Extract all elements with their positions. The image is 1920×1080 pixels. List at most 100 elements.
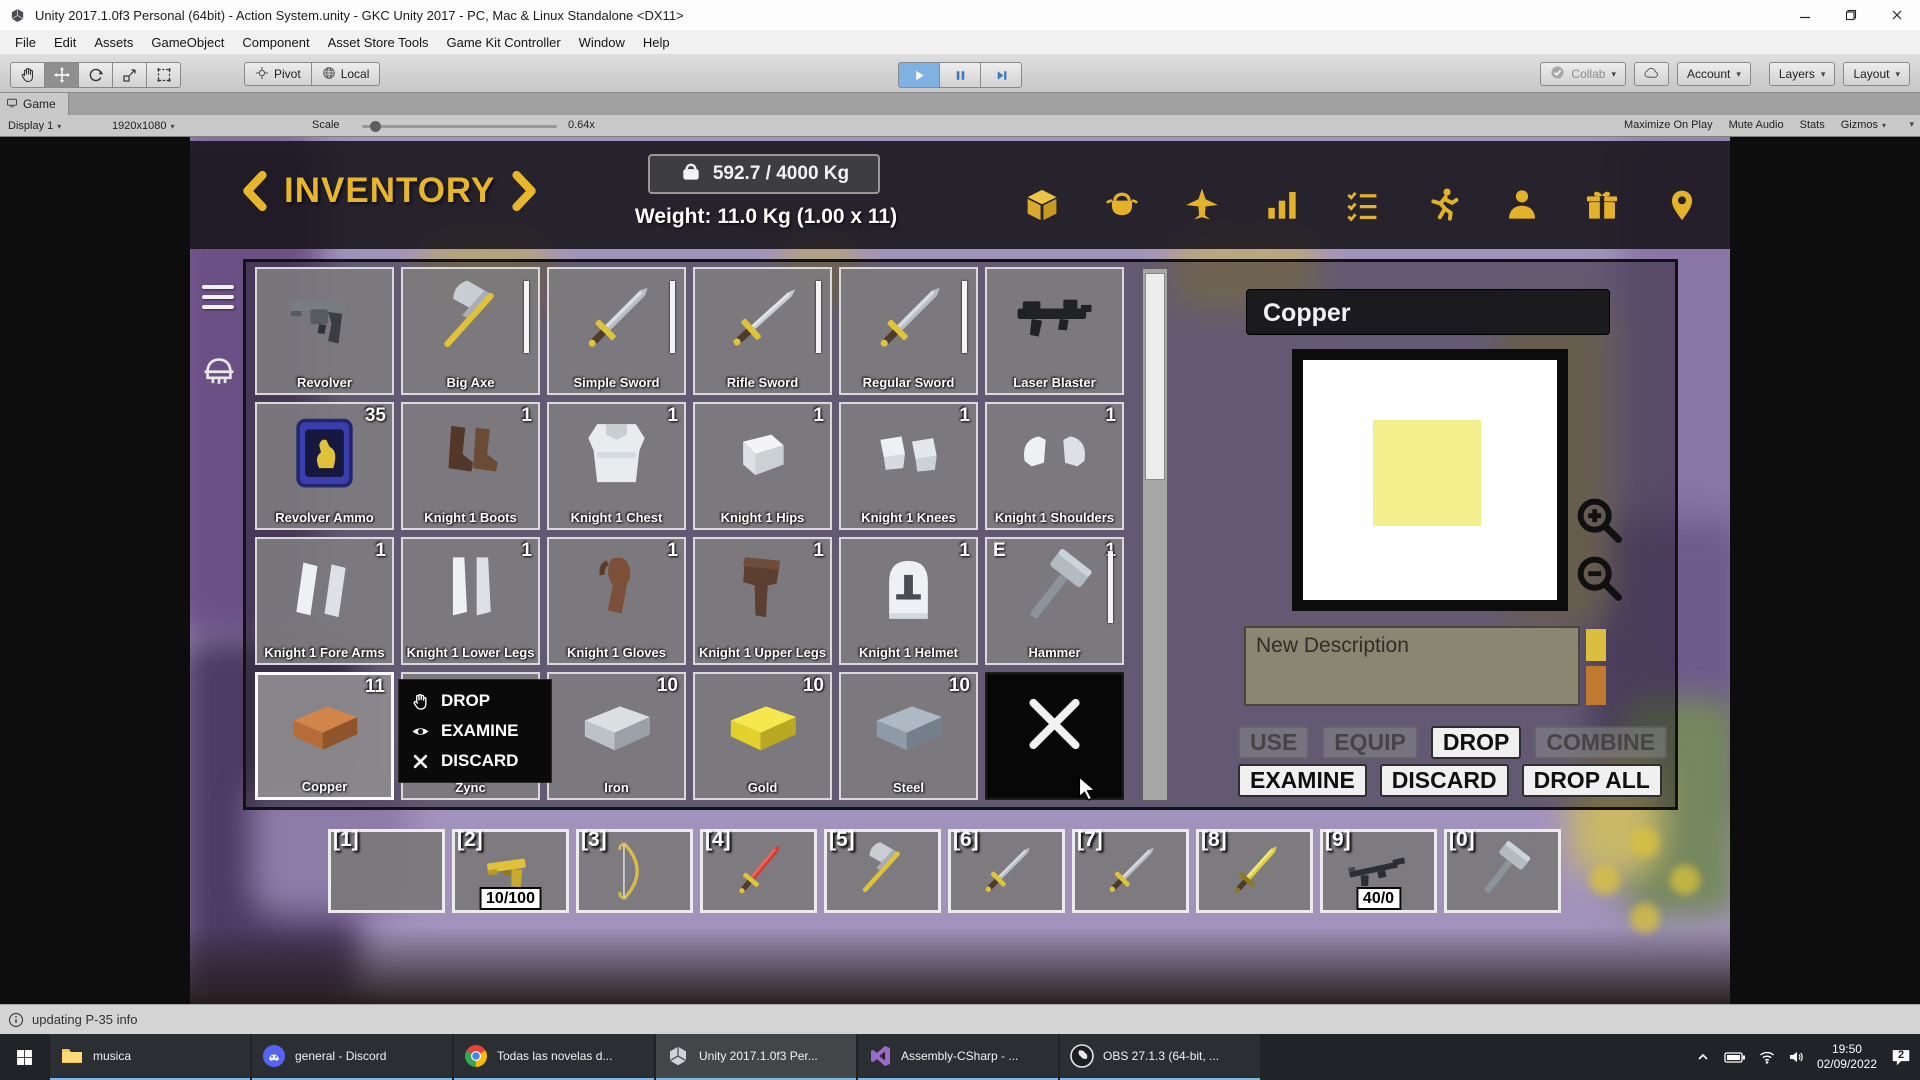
layout-dropdown[interactable]: Layout▾ (1843, 62, 1910, 86)
item-steel[interactable]: 10Steel (839, 672, 978, 800)
item-big-axe[interactable]: Big Axe (401, 267, 540, 395)
play-button[interactable] (898, 62, 940, 88)
description-scroll-handle[interactable] (1586, 629, 1606, 661)
local-button[interactable]: Local (312, 62, 381, 86)
context-drop[interactable]: DROP (411, 691, 539, 711)
next-menu-arrow[interactable] (511, 169, 539, 213)
quests-icon[interactable] (1344, 187, 1380, 223)
hotbar-slot-8[interactable]: [8] (1196, 829, 1313, 913)
stats-button[interactable]: Stats (1800, 119, 1825, 131)
minimize-button[interactable] (1782, 0, 1828, 30)
display-dropdown[interactable]: Display 1▾ (8, 118, 61, 134)
drop-all-button[interactable]: DROP ALL (1522, 764, 1662, 797)
item-regular-sword[interactable]: Regular Sword (839, 267, 978, 395)
scale-slider-thumb[interactable] (370, 121, 381, 132)
combine-button[interactable]: COMBINE (1534, 726, 1667, 759)
tab-game[interactable]: Game (0, 93, 69, 115)
hand-tool-button[interactable] (10, 62, 45, 88)
gizmos-dropdown[interactable]: Gizmos▾ (1841, 119, 1886, 131)
stats-icon[interactable] (1264, 187, 1300, 223)
taskbar-clock[interactable]: 19:50 02/09/2022 (1817, 1042, 1877, 1072)
drop-button[interactable]: DROP (1431, 726, 1521, 759)
hotbar-slot-2[interactable]: [2]10/100 (452, 829, 569, 913)
menu-asset-store-tools[interactable]: Asset Store Tools (319, 30, 438, 54)
move-tool-button[interactable] (45, 62, 79, 88)
hotbar-slot-1[interactable]: [1] (328, 829, 445, 913)
menu-edit[interactable]: Edit (45, 30, 85, 54)
menu-toggle-button[interactable] (202, 285, 234, 309)
hotbar-slot-0[interactable]: [0] (1444, 829, 1561, 913)
hotbar-slot-4[interactable]: [4] (700, 829, 817, 913)
crafting-icon[interactable] (1024, 187, 1060, 223)
item-iron[interactable]: 10Iron (547, 672, 686, 800)
taskbar-item-musica[interactable]: musica (50, 1034, 250, 1080)
use-button[interactable]: USE (1238, 726, 1309, 759)
item-description-box[interactable]: New Description (1244, 626, 1580, 706)
taskbar-item-general-discord[interactable]: general - Discord (252, 1034, 452, 1080)
waypoint-icon[interactable] (1664, 187, 1700, 223)
scale-tool-button[interactable] (113, 62, 147, 88)
item-knight-1-gloves[interactable]: 1Knight 1 Gloves (547, 537, 686, 665)
item-laser-blaster[interactable]: Laser Blaster (985, 267, 1124, 395)
hotbar-slot-5[interactable]: [5] (824, 829, 941, 913)
pause-button[interactable] (940, 62, 981, 88)
taskbar-item-unity-2017-1-0f3-per[interactable]: Unity 2017.1.0f3 Per... (656, 1034, 856, 1080)
item-knight-1-shoulders[interactable]: 1Knight 1 Shoulders (985, 402, 1124, 530)
hotbar-slot-6[interactable]: [6] (948, 829, 1065, 913)
travel-icon[interactable] (1184, 187, 1220, 223)
rect-tool-button[interactable] (147, 62, 181, 88)
resolution-dropdown[interactable]: 1920x1080▾ (112, 118, 174, 134)
item-knight-1-boots[interactable]: 1Knight 1 Boots (401, 402, 540, 530)
start-button[interactable] (0, 1034, 48, 1080)
item-knight-1-chest[interactable]: 1Knight 1 Chest (547, 402, 686, 530)
equip-button[interactable]: EQUIP (1322, 726, 1418, 759)
item-knight-1-fore-arms[interactable]: 1Knight 1 Fore Arms (255, 537, 394, 665)
menu-game-kit-controller[interactable]: Game Kit Controller (438, 30, 570, 54)
taskbar-item-todas-las-novelas-d[interactable]: Todas las novelas d... (454, 1034, 654, 1080)
character-icon[interactable] (1504, 187, 1540, 223)
step-button[interactable] (981, 62, 1022, 88)
prev-menu-arrow[interactable] (240, 169, 268, 213)
battery-icon[interactable] (1724, 1051, 1746, 1064)
menu-help[interactable]: Help (634, 30, 679, 54)
layers-dropdown[interactable]: Layers▾ (1769, 62, 1836, 86)
pivot-button[interactable]: Pivot (244, 62, 312, 86)
view-menu-icon[interactable]: ▾ (1909, 119, 1914, 130)
mute-audio-button[interactable]: Mute Audio (1729, 119, 1784, 131)
item-knight-1-hips[interactable]: 1Knight 1 Hips (693, 402, 832, 530)
item-knight-1-helmet[interactable]: 1Knight 1 Helmet (839, 537, 978, 665)
scrollbar-thumb[interactable] (1145, 273, 1165, 480)
cloud-button[interactable] (1634, 62, 1669, 86)
action-center-button[interactable]: 2 (1890, 1046, 1912, 1068)
description-scroll-handle[interactable] (1586, 666, 1606, 705)
item-revolver-ammo[interactable]: 35Revolver Ammo (255, 402, 394, 530)
tray-expand-icon[interactable] (1695, 1049, 1711, 1065)
item-knight-1-knees[interactable]: 1Knight 1 Knees (839, 402, 978, 530)
collab-dropdown[interactable]: Collab▾ (1540, 62, 1626, 86)
hotbar-slot-3[interactable]: [3] (576, 829, 693, 913)
examine-button[interactable]: EXAMINE (1238, 764, 1367, 797)
armor-tab-icon[interactable] (200, 352, 238, 390)
item-knight-1-upper-legs[interactable]: 1Knight 1 Upper Legs (693, 537, 832, 665)
account-dropdown[interactable]: Account▾ (1677, 62, 1751, 86)
rotate-tool-button[interactable] (79, 62, 113, 88)
rewards-icon[interactable] (1584, 187, 1620, 223)
hotbar-slot-9[interactable]: [9]40/0 (1320, 829, 1437, 913)
context-discard[interactable]: DISCARD (411, 751, 539, 771)
network-icon[interactable] (1759, 1049, 1775, 1065)
hotbar-slot-7[interactable]: [7] (1072, 829, 1189, 913)
menu-assets[interactable]: Assets (85, 30, 142, 54)
menu-window[interactable]: Window (570, 30, 634, 54)
inventory-scrollbar[interactable] (1142, 268, 1168, 801)
item-revolver[interactable]: Revolver (255, 267, 394, 395)
menu-gameobject[interactable]: GameObject (142, 30, 233, 54)
status-bar[interactable]: updating P-35 info (0, 1004, 1920, 1034)
item-copper[interactable]: 11Copper (255, 672, 394, 800)
restore-button[interactable] (1828, 0, 1874, 30)
abilities-icon[interactable] (1424, 187, 1460, 223)
item-rifle-sword[interactable]: Rifle Sword (693, 267, 832, 395)
item-simple-sword[interactable]: Simple Sword (547, 267, 686, 395)
discard-button[interactable]: DISCARD (1380, 764, 1509, 797)
context-examine[interactable]: EXAMINE (411, 721, 539, 741)
inventory-empty-slot[interactable] (985, 672, 1124, 800)
